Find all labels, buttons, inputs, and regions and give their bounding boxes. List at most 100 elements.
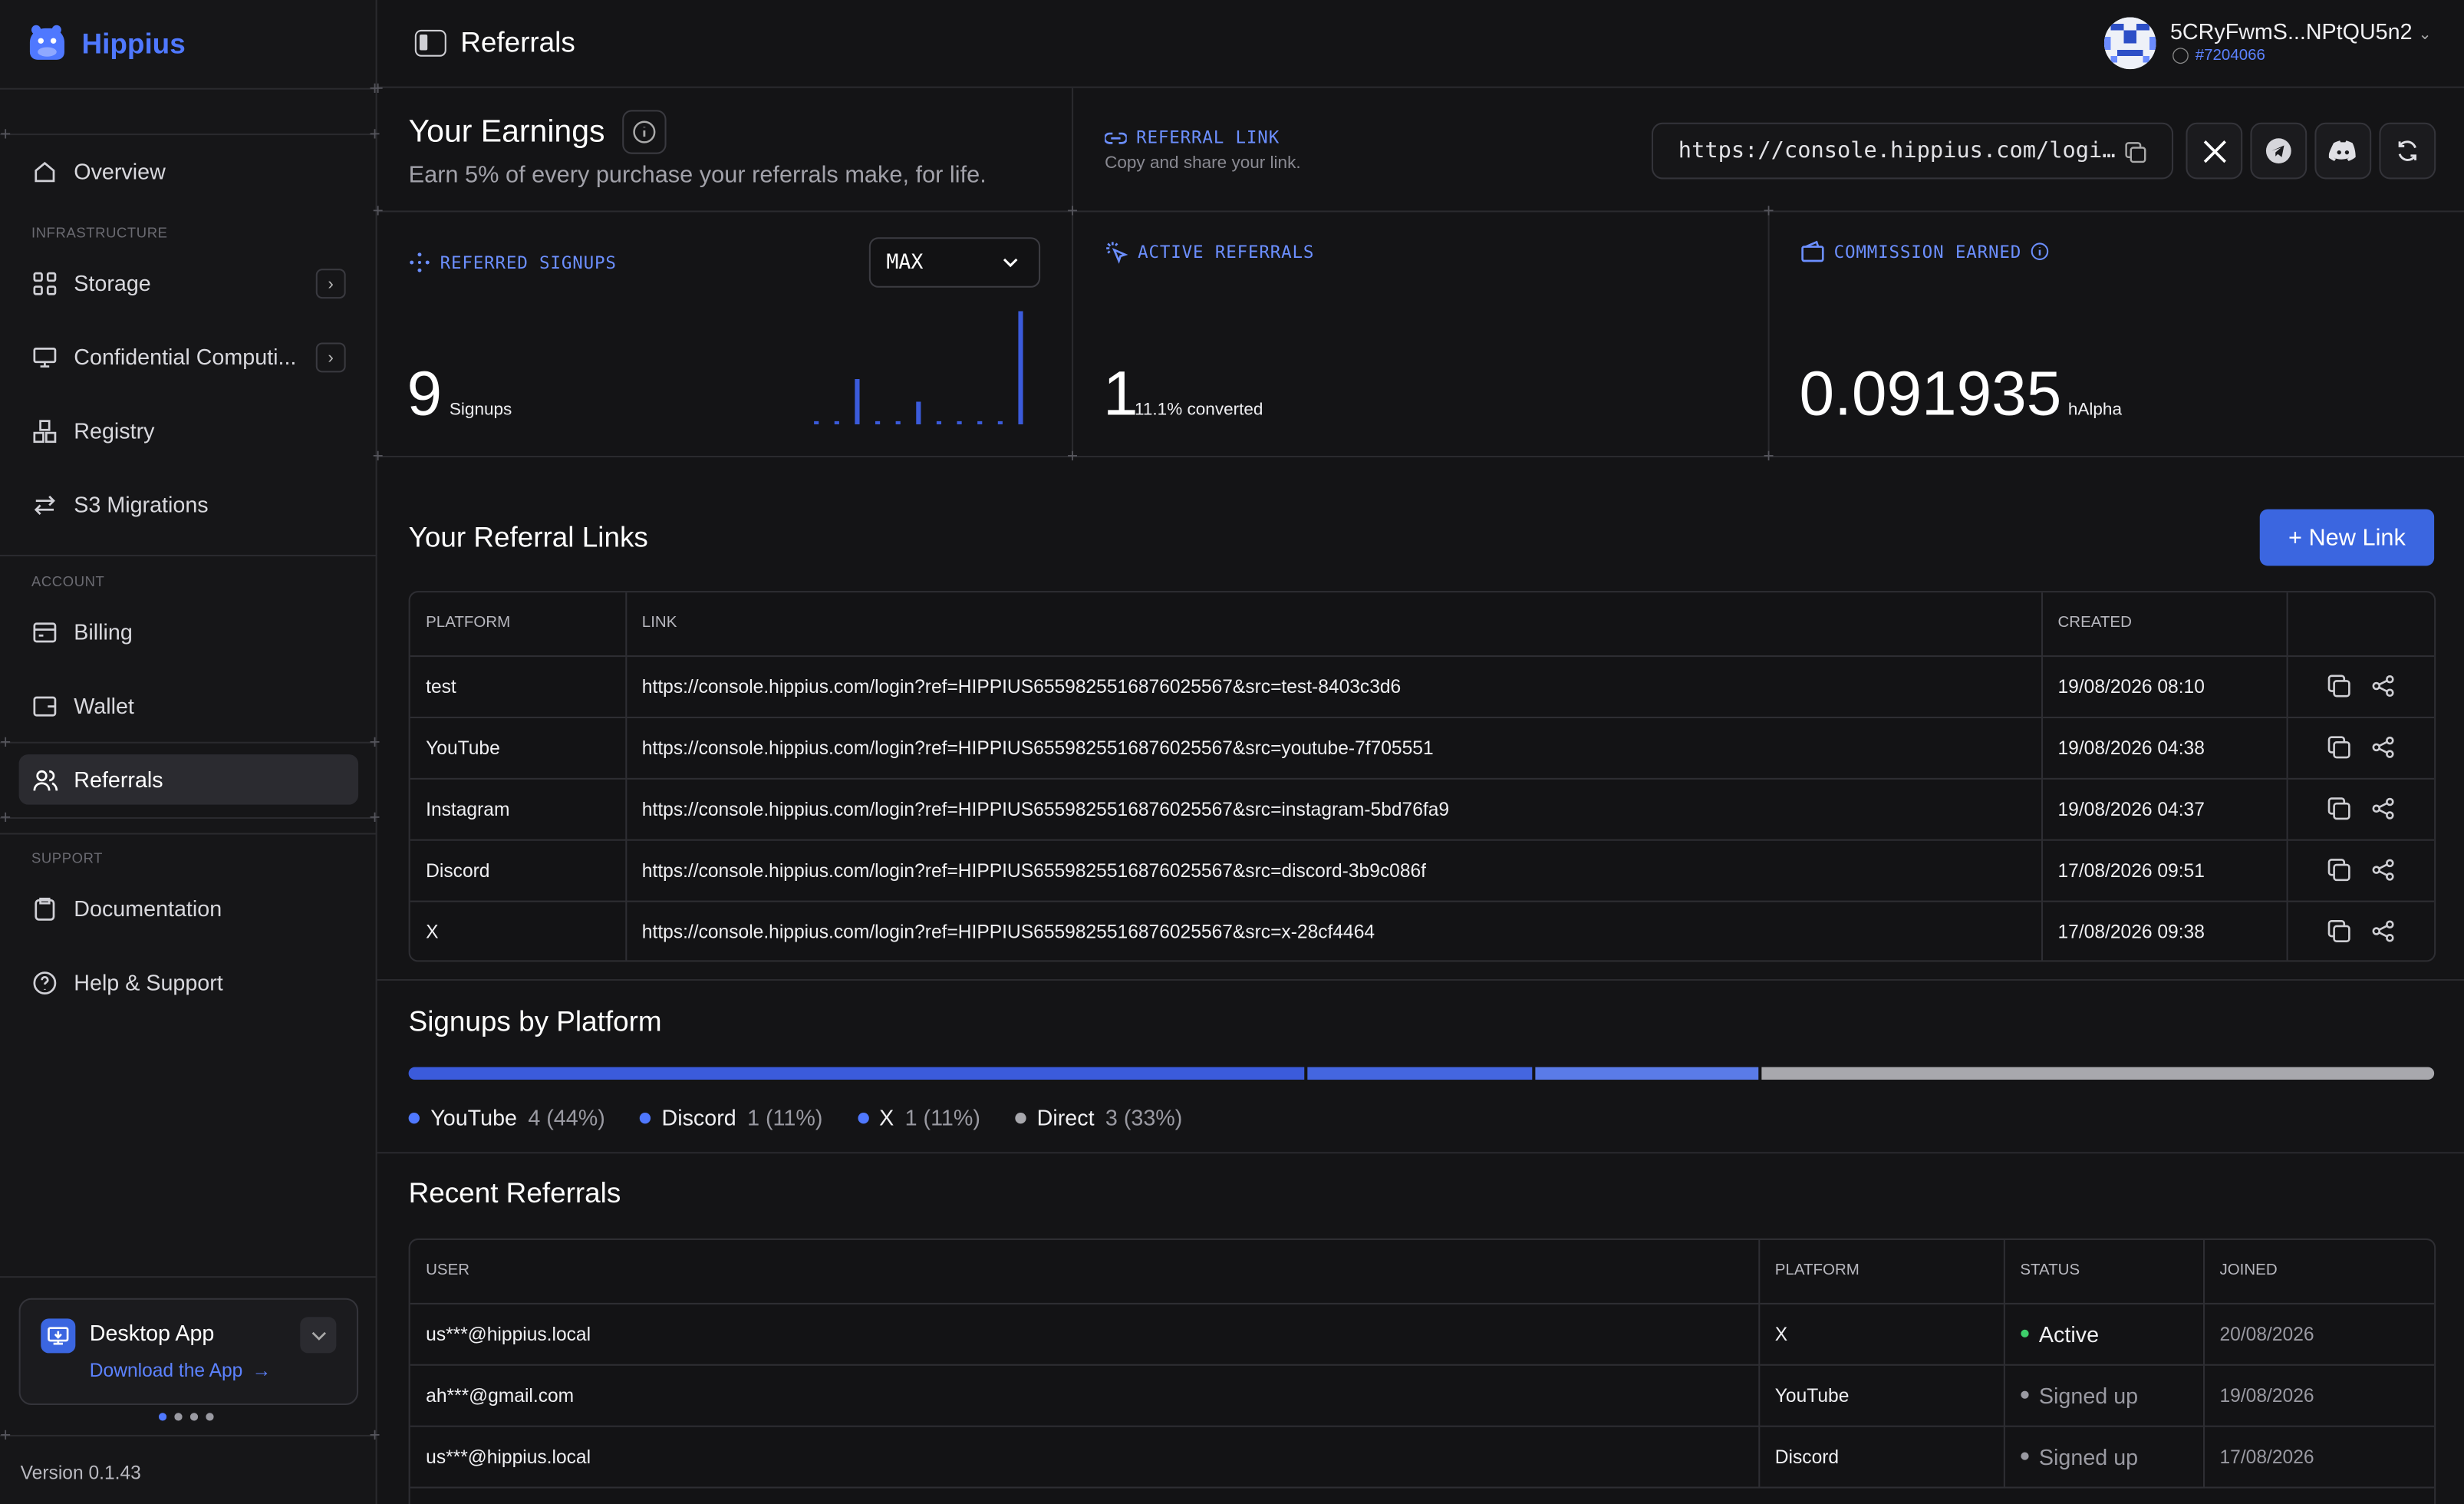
sidebar-item-label: Overview (74, 158, 166, 184)
link-url[interactable]: https://console.hippius.com/login?ref=HI… (625, 655, 2043, 717)
share-x-button[interactable] (2186, 122, 2243, 180)
sidebar-item-help-support[interactable]: Help & Support (19, 957, 358, 1008)
main-content: Your Earnings Earn 5% of every purchase … (372, 87, 2464, 1504)
copy-icon[interactable] (2327, 736, 2350, 760)
sidebar-item-label: Documentation (74, 895, 222, 922)
sidebar-item-billing[interactable]: Billing (19, 607, 358, 658)
copy-icon[interactable] (2327, 859, 2350, 882)
share-telegram-button[interactable] (2250, 122, 2308, 180)
signups-label-text: REFERRED SIGNUPS (440, 252, 617, 273)
chevron-down-icon[interactable] (300, 1317, 337, 1354)
referral-url-field[interactable]: https://console.hippius.com/logi… (1651, 122, 2174, 180)
sidebar-toggle-icon[interactable] (414, 29, 446, 57)
arrows-swap-icon (34, 494, 55, 515)
avatar[interactable] (2103, 17, 2156, 70)
legend-value: 1 (11%) (747, 1104, 823, 1130)
copy-icon[interactable] (2327, 797, 2350, 821)
share-icon[interactable] (2370, 859, 2394, 882)
referral-joined: 17/08/2026 (2202, 1425, 2435, 1488)
legend-item: X 1 (11%) (857, 1105, 980, 1130)
chevron-right-icon[interactable]: › (315, 269, 346, 299)
share-icon[interactable] (2370, 674, 2394, 698)
column-header-platform[interactable]: PLATFORM (410, 592, 627, 657)
brand[interactable]: Hippius (25, 22, 186, 66)
sidebar: Hippius + + + Overview INFRASTRUCTURE St… (0, 0, 380, 1504)
link-url[interactable]: https://console.hippius.com/login?ref=HI… (625, 716, 2043, 779)
legend-item: Discord 1 (11%) (639, 1104, 823, 1130)
wallet-icon (1801, 240, 1824, 262)
info-icon[interactable] (2031, 242, 2050, 261)
sidebar-item-registry[interactable]: Registry (19, 405, 358, 456)
referral-status: Signed up (2003, 1364, 2205, 1426)
status-dot (2020, 1329, 2028, 1337)
referral-links-table: PLATFORM LINK CREATED test https://consol… (408, 591, 2436, 962)
column-header-platform[interactable]: PLATFORM (1758, 1239, 2004, 1304)
time-range-select[interactable]: MAX (868, 237, 1041, 288)
arrow-right-icon: → (252, 1359, 272, 1382)
users-icon (33, 769, 58, 790)
share-icon[interactable] (2370, 736, 2394, 760)
copy-icon[interactable] (2125, 141, 2147, 163)
row-actions (2286, 655, 2435, 717)
column-header-link[interactable]: LINK (625, 592, 2043, 657)
signups-unit: Signups (449, 401, 512, 420)
link-created: 19/08/2026 04:38 (2041, 716, 2288, 779)
column-header-user[interactable]: USER (410, 1239, 1760, 1304)
section-infrastructure: INFRASTRUCTURE (31, 224, 168, 241)
copy-icon[interactable] (2327, 919, 2350, 943)
link-url[interactable]: https://console.hippius.com/login?ref=HI… (625, 777, 2043, 840)
link-url[interactable]: https://console.hippius.com/login?ref=HI… (625, 839, 2043, 902)
sidebar-item-label: Billing (74, 618, 133, 645)
legend-item: Direct 3 (33%) (1014, 1105, 1182, 1130)
referral-link-label: REFERRAL LINK (1105, 127, 1280, 148)
sidebar-item-overview[interactable]: Overview (19, 146, 358, 196)
discord-icon (2328, 140, 2356, 161)
referral-links-title: Your Referral Links (408, 521, 648, 553)
carousel-dots[interactable] (158, 1413, 214, 1421)
active-referrals-label: ACTIVE REFERRALS (1105, 240, 1314, 264)
copy-icon[interactable] (2327, 674, 2350, 698)
top-header: Referrals 5CRyFwmS...NPtQU5n2 ⌄ ◯ #720406… (377, 0, 2464, 88)
share-icon[interactable] (2370, 797, 2394, 821)
account-name[interactable]: 5CRyFwmS...NPtQU5n2 ⌄ (2170, 19, 2432, 45)
commission-label-text: COMMISSION EARNED (1833, 241, 2022, 262)
wallet-icon (33, 695, 57, 716)
platform-share-segment (1761, 1067, 2434, 1080)
sidebar-item-wallet[interactable]: Wallet (19, 681, 358, 731)
chevron-right-icon[interactable]: › (315, 342, 346, 373)
sidebar-item-storage[interactable]: Storage › (19, 258, 358, 308)
sidebar-item-label: Wallet (74, 693, 134, 718)
sidebar-item-confidential-computing[interactable]: Confidential Computi... › (19, 331, 358, 382)
legend-name: Discord (661, 1104, 736, 1130)
sidebar-item-referrals[interactable]: Referrals (18, 754, 359, 805)
cursor-click-icon (1106, 242, 1128, 264)
download-app-link[interactable]: Download the App → (90, 1360, 271, 1382)
column-header-actions (2286, 592, 2435, 657)
chevron-down-icon (1003, 258, 1018, 268)
desktop-app-icon (41, 1318, 76, 1354)
table-row: Discord https://console.hippius.com/login… (410, 839, 2435, 902)
active-referrals-count: 1 (1103, 360, 1138, 430)
link-platform: Discord (410, 839, 627, 902)
new-link-button[interactable]: + New Link (2259, 509, 2435, 566)
hippo-logo-icon (29, 25, 64, 60)
column-header-status[interactable]: STATUS (2003, 1239, 2205, 1304)
platform-share-segment (1307, 1067, 1532, 1080)
legend-name: X (879, 1104, 894, 1130)
share-discord-button[interactable] (2314, 122, 2372, 180)
section-account: ACCOUNT (31, 573, 105, 590)
info-icon[interactable] (622, 110, 667, 154)
sidebar-item-s3-migrations[interactable]: S3 Migrations (19, 480, 358, 530)
x-logo-icon (2202, 140, 2225, 163)
regenerate-link-button[interactable] (2379, 122, 2436, 180)
telegram-icon (2265, 138, 2291, 164)
column-header-created[interactable]: CREATED (2041, 592, 2288, 657)
link-created: 17/08/2026 09:38 (2041, 900, 2288, 961)
commission-value: 0.091935 (1799, 360, 2062, 430)
sidebar-item-documentation[interactable]: Documentation (19, 883, 358, 934)
share-icon[interactable] (2370, 919, 2394, 943)
link-url[interactable]: https://console.hippius.com/login?ref=HI… (625, 900, 2043, 961)
sidebar-item-label: Referrals (74, 767, 163, 793)
column-header-joined[interactable]: JOINED (2202, 1239, 2435, 1304)
sidebar-item-label: Storage (74, 270, 151, 296)
